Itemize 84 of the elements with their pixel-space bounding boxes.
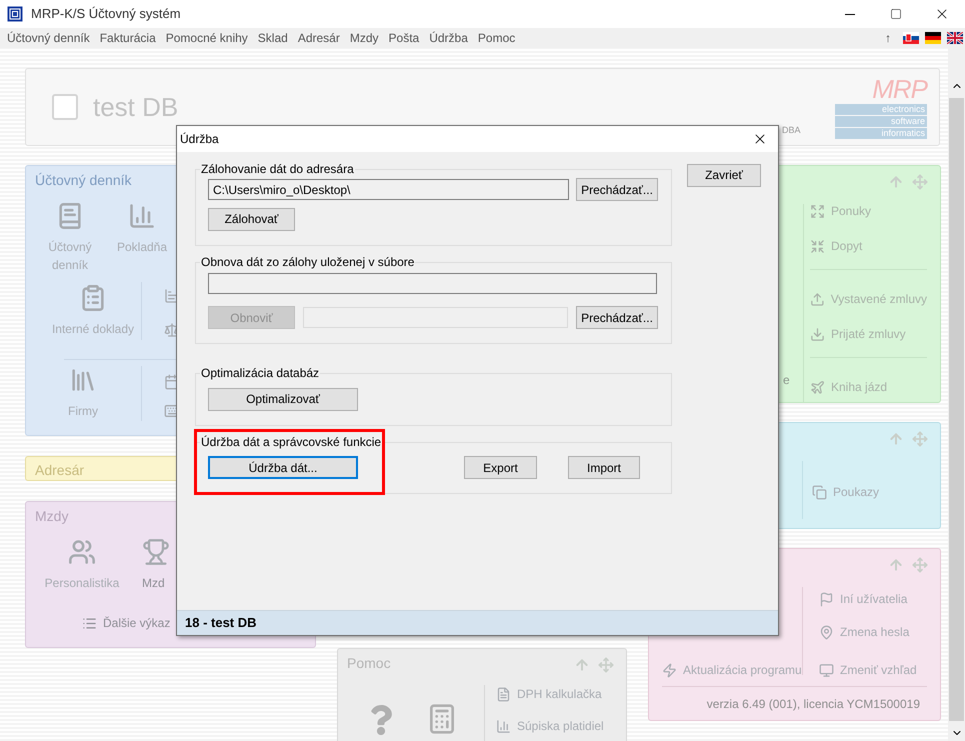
menu-item[interactable]: Údržba — [424, 28, 473, 48]
drag-handle-icon[interactable] — [912, 174, 928, 190]
path-field[interactable] — [208, 272, 657, 294]
dialog-button[interactable]: Údržba dát... — [208, 456, 358, 479]
link-icon — [819, 592, 834, 606]
menu-item[interactable]: Mzdy — [344, 28, 384, 48]
scrollbar[interactable] — [948, 48, 965, 741]
group-title: Údržba dát a správcovské funkcie — [200, 434, 382, 451]
link-icon — [496, 718, 511, 734]
link-icon — [496, 686, 511, 702]
link-icon — [82, 616, 97, 630]
dialog-button[interactable]: Optimalizovať — [208, 388, 358, 410]
close-dialog-button[interactable]: Zavrieť — [687, 164, 761, 186]
card-title: Účtovný denník — [35, 171, 132, 190]
card-title: Adresár — [35, 461, 84, 480]
flag-icon[interactable] — [903, 32, 919, 44]
move-up-icon[interactable] — [574, 657, 590, 673]
tile-icon — [128, 202, 156, 230]
group-title: Obnova dát zo zálohy uloženej v súbore — [200, 254, 416, 271]
link-icon — [810, 292, 825, 306]
header-checkbox[interactable] — [52, 94, 78, 120]
menu-item[interactable]: Pomocné knihy — [160, 28, 253, 48]
dialog-button[interactable]: Prechádzať... — [576, 306, 658, 329]
link-icon — [662, 662, 677, 678]
card-link[interactable]: DPH kalkulačka — [517, 685, 602, 703]
menu-item[interactable]: Fakturácia — [94, 28, 161, 48]
card-link[interactable]: Ďalšie výkaz — [103, 614, 170, 632]
tile-label[interactable]: Mzd — [142, 574, 165, 592]
link-icon — [810, 238, 825, 254]
maximize-icon — [890, 8, 902, 20]
dialog-button[interactable]: Export — [464, 456, 537, 479]
card-link[interactable]: Aktualizácia programu — [683, 661, 802, 679]
card-link[interactable]: Súpiska platidiel — [517, 717, 604, 735]
group-title: Optimalizácia databáz — [200, 365, 320, 382]
flag-icon[interactable] — [925, 32, 941, 44]
tile-label[interactable]: Pokladňa — [116, 238, 168, 256]
tile-icon — [142, 538, 170, 566]
dialog-button[interactable]: Import — [568, 456, 640, 479]
version-text: verzia 6.49 (001), licencia YCM1500019 — [706, 696, 920, 713]
dialog-title: Údržba — [180, 131, 219, 148]
link-icon — [812, 484, 827, 500]
card-link[interactable]: Zmena hesla — [840, 623, 910, 641]
tile-label[interactable]: Personalistika — [44, 574, 120, 592]
status-text: 18 - test DB — [185, 614, 257, 632]
card-link[interactable]: Zmeniť vzhľad — [840, 661, 917, 679]
header-note: DBA — [782, 126, 801, 135]
dialog-button[interactable]: Prechádzať... — [576, 178, 658, 201]
card-link[interactable]: Vystavené zmluvy — [830, 290, 927, 308]
menu-item[interactable]: Pomoc — [472, 28, 520, 48]
dialog-button[interactable]: Zálohovať — [208, 208, 295, 230]
tile-label[interactable]: Firmy — [68, 402, 98, 420]
card-link[interactable]: Iní užívatelia — [840, 590, 908, 608]
tile-label[interactable]: e — [783, 371, 790, 389]
move-up-icon[interactable] — [888, 557, 904, 573]
move-up-icon[interactable] — [888, 174, 904, 190]
drag-handle-icon[interactable] — [598, 657, 614, 673]
card-link[interactable]: Dopyt — [831, 237, 862, 255]
flag-icon[interactable] — [947, 32, 963, 44]
tile-label[interactable]: Interné doklady — [52, 320, 134, 338]
up-button[interactable]: ↑ — [885, 29, 891, 47]
link-icon — [819, 624, 834, 640]
window-title: MRP-K/S Účtovný systém — [31, 5, 181, 24]
drag-handle-icon[interactable] — [912, 557, 928, 573]
card-title: Mzdy — [35, 507, 68, 526]
move-up-icon[interactable] — [888, 431, 904, 447]
link-icon — [819, 662, 834, 678]
card-link[interactable]: Poukazy — [833, 483, 880, 501]
card-link[interactable]: Ponuky — [831, 202, 872, 220]
link-icon — [810, 380, 825, 394]
menu-item[interactable]: Sklad — [252, 28, 293, 48]
app-icon — [7, 6, 23, 22]
menu-item[interactable]: Adresár — [292, 28, 345, 48]
link-icon — [810, 204, 825, 218]
company-logo: MRP electronics software informatics — [835, 75, 927, 139]
group-title: Zálohovanie dát do adresára — [200, 161, 355, 178]
path-field[interactable]: C:\Users\miro_o\Desktop\ — [208, 179, 569, 200]
tile-icon — [68, 538, 96, 566]
menu-item[interactable]: Pošta — [384, 28, 424, 48]
card-link[interactable]: Prijaté zmluvy — [831, 325, 906, 343]
drag-handle-icon[interactable] — [912, 431, 928, 447]
card-link[interactable]: Kniha jázd — [831, 378, 888, 396]
menu-item[interactable]: Účtovný denník — [2, 28, 95, 48]
tile-label[interactable]: Účtovný denník — [34, 238, 106, 274]
link-icon — [810, 326, 825, 342]
